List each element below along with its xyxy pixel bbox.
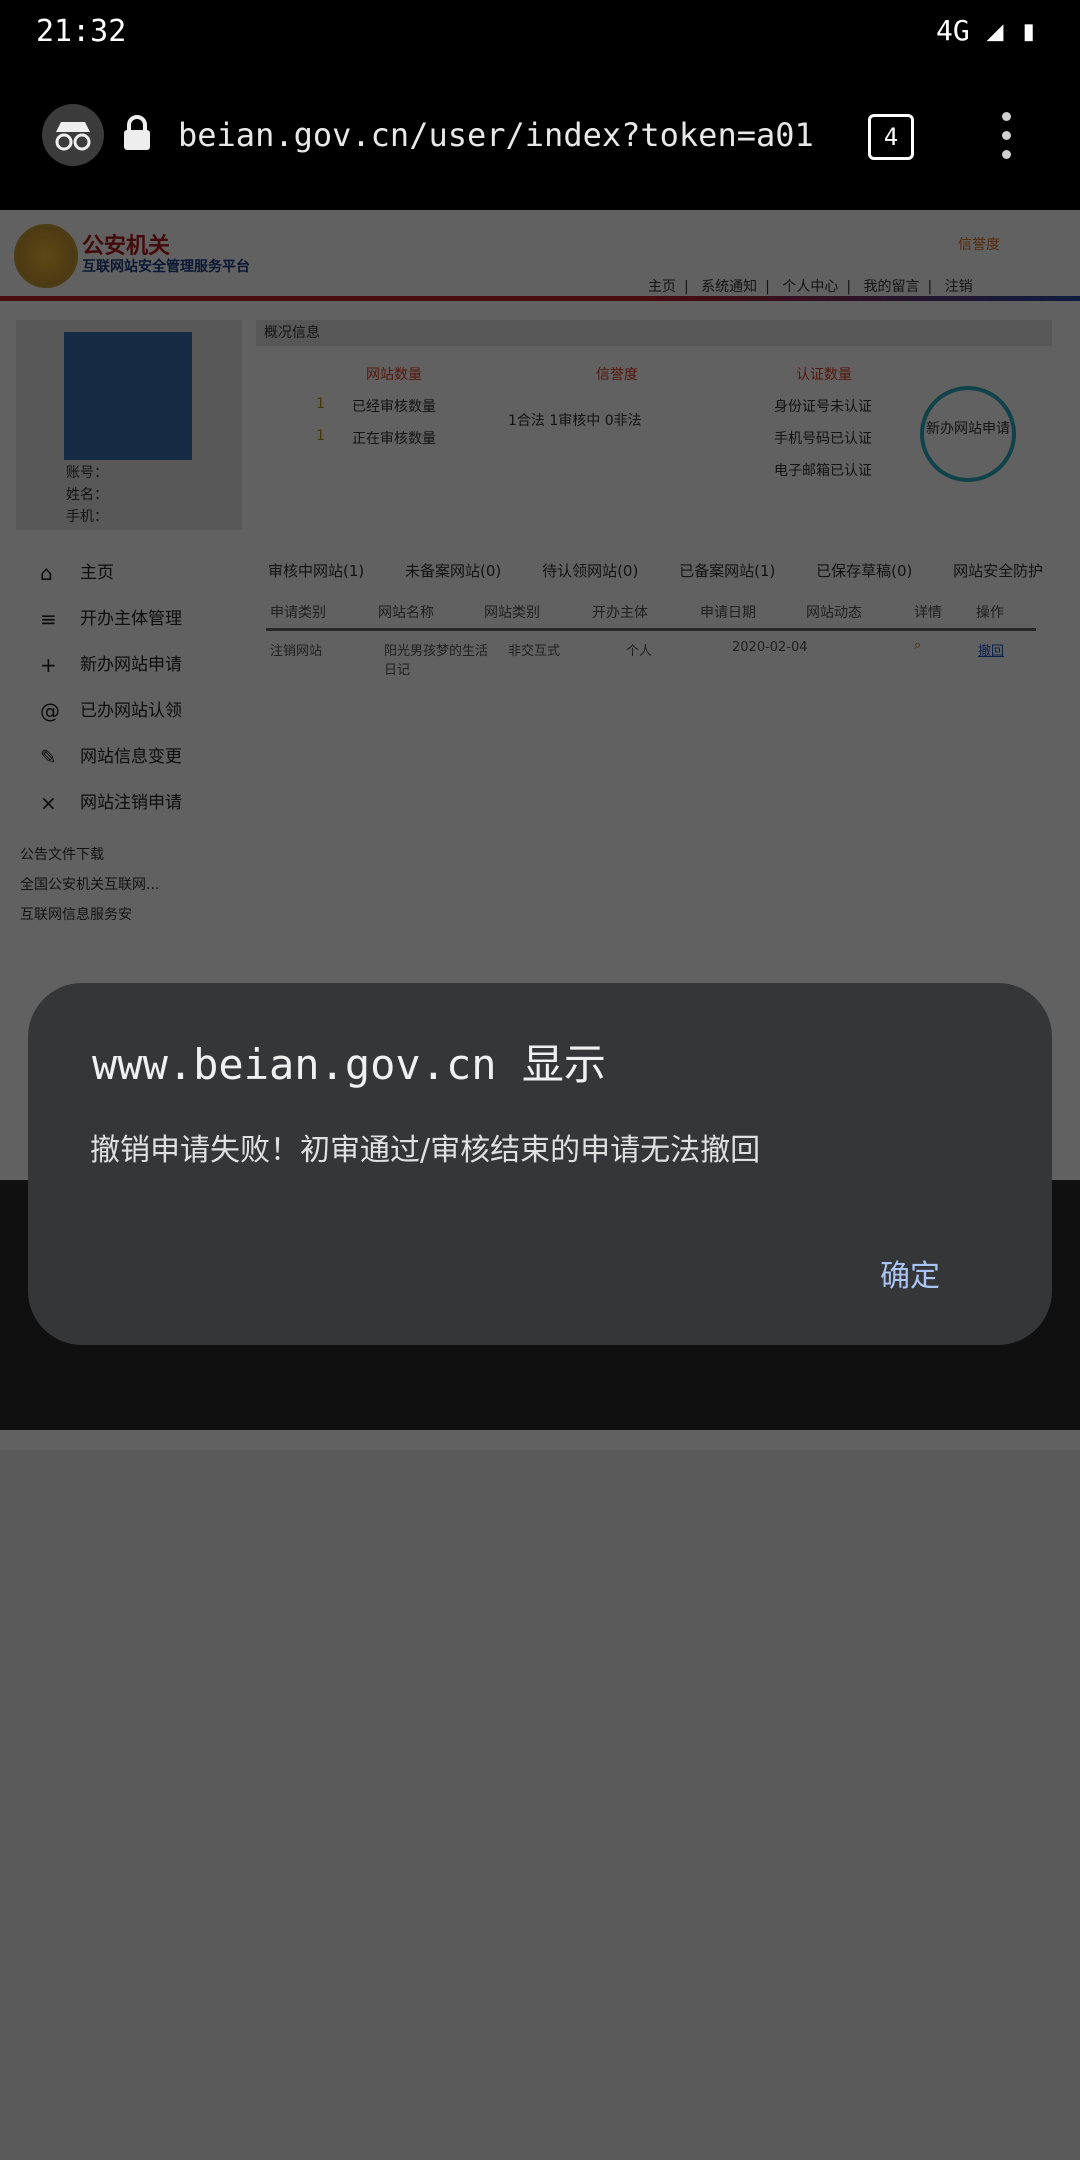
user-info: 账号： 姓名： 手机： bbox=[66, 462, 108, 528]
nav-personal[interactable]: 个人中心 bbox=[782, 279, 838, 295]
edit-icon: ✎ bbox=[40, 745, 57, 769]
auditing-count: 1 bbox=[316, 428, 325, 444]
cell-owner: 个人 bbox=[626, 644, 653, 659]
user-card: 账号： 姓名： 手机： bbox=[16, 320, 242, 530]
sidebar-item-claim[interactable]: @ 已办网站认领 bbox=[20, 688, 240, 734]
email-cert: 电子邮箱已认证 bbox=[774, 463, 872, 479]
phone-cert: 手机号码已认证 bbox=[774, 431, 872, 447]
ok-button[interactable]: 确定 bbox=[880, 1251, 940, 1295]
tab-switcher-button[interactable]: 4 bbox=[868, 114, 914, 160]
sidebar-item-label: 网站注销申请 bbox=[80, 793, 182, 813]
notice-item[interactable]: 全国公安机关互联网... bbox=[20, 870, 220, 900]
police-emblem-icon bbox=[14, 224, 78, 288]
alert-dialog: www.beian.gov.cn 显示 撤销申请失败！初审通过/审核结束的申请无… bbox=[28, 983, 1052, 1345]
col-header: 网站类别 bbox=[484, 605, 540, 621]
credit-summary: 1合法 1审核中 0非法 bbox=[508, 413, 642, 429]
sidebar-item-home[interactable]: ⌂ 主页 bbox=[20, 550, 240, 596]
col-header: 操作 bbox=[976, 605, 1004, 621]
overview-header: 概况信息 bbox=[256, 320, 1052, 346]
home-icon: ⌂ bbox=[40, 561, 53, 585]
sidebar-item-change[interactable]: ✎ 网站信息变更 bbox=[20, 734, 240, 780]
at-icon: @ bbox=[40, 699, 60, 723]
notice-title: 公告文件下载 bbox=[20, 847, 104, 863]
sidebar-item-label: 已办网站认领 bbox=[80, 701, 182, 721]
withdraw-link[interactable]: 撤回 bbox=[978, 640, 1004, 659]
url-field[interactable]: beian.gov.cn/user/index?token=a01 bbox=[178, 116, 814, 154]
nav-messages[interactable]: 我的留言 bbox=[864, 279, 920, 295]
audited-label: 已经审核数量 bbox=[352, 399, 436, 415]
side-menu: ⌂ 主页 ≡ 开办主体管理 + 新办网站申请 @ 已办网站认领 ✎ 网站信息变更 × 网站注… bbox=[20, 550, 240, 826]
sidebar-item-label: 主页 bbox=[80, 563, 114, 583]
tab-unregistered[interactable]: 未备案网站(0) bbox=[405, 562, 501, 580]
overflow-menu-icon[interactable] bbox=[996, 112, 1016, 160]
signal-icon: ◢ bbox=[986, 14, 1004, 47]
plus-icon: + bbox=[40, 653, 57, 677]
search-icon[interactable]: ⌕ bbox=[914, 638, 921, 653]
col-header: 详情 bbox=[914, 605, 942, 621]
new-apply-button[interactable]: 新办网站申请 bbox=[920, 386, 1016, 482]
col-header: 开办主体 bbox=[592, 605, 648, 621]
top-nav: 主页 | 系统通知 | 个人中心 | 我的留言 | 注销 bbox=[648, 279, 973, 295]
nav-home[interactable]: 主页 bbox=[648, 279, 676, 295]
tab-drafts[interactable]: 已保存草稿(0) bbox=[816, 562, 912, 580]
tab-auditing[interactable]: 审核中网站(1) bbox=[268, 562, 364, 580]
network-type: 4G bbox=[936, 14, 970, 47]
empty-area bbox=[0, 1450, 1080, 2160]
tab-unclaimed[interactable]: 待认领网站(0) bbox=[542, 562, 638, 580]
status-time: 21:32 bbox=[36, 14, 127, 49]
list-icon: ≡ bbox=[40, 607, 57, 631]
sidebar-item-cancel[interactable]: × 网站注销申请 bbox=[20, 780, 240, 826]
name-label: 姓名： bbox=[66, 487, 108, 503]
sidebar-item-label: 新办网站申请 bbox=[80, 655, 182, 675]
sidebar-item-label: 开办主体管理 bbox=[80, 609, 182, 629]
notice-item[interactable]: 互联网信息服务安 bbox=[20, 900, 220, 930]
sidebar-item-entity[interactable]: ≡ 开办主体管理 bbox=[20, 596, 240, 642]
cell-date: 2020-02-04 bbox=[732, 640, 808, 655]
tab-registered[interactable]: 已备案网站(1) bbox=[679, 562, 775, 580]
auditing-label: 正在审核数量 bbox=[352, 431, 436, 447]
sidebar-item-new-site[interactable]: + 新办网站申请 bbox=[20, 642, 240, 688]
dialog-message: 撤销申请失败！初审通过/审核结束的申请无法撤回 bbox=[90, 1133, 761, 1168]
site-count-label: 网站数量 bbox=[366, 367, 422, 383]
audited-count: 1 bbox=[316, 396, 325, 412]
close-icon: × bbox=[40, 791, 57, 815]
notice-section: 公告文件下载 全国公安机关互联网... 互联网信息服务安 bbox=[20, 840, 220, 930]
col-header: 网站名称 bbox=[378, 605, 434, 621]
logo-subtitle: 互联网站安全管理服务平台 bbox=[82, 259, 250, 275]
browser-toolbar: beian.gov.cn/user/index?token=a01 4 bbox=[0, 66, 1080, 210]
credit-link[interactable]: 信誉度 bbox=[958, 234, 1000, 254]
network-indicator: 4G ◢ ▮ bbox=[936, 14, 1037, 47]
avatar bbox=[64, 332, 192, 460]
col-header: 申请日期 bbox=[700, 605, 756, 621]
dialog-title: www.beian.gov.cn 显示 bbox=[92, 1040, 606, 1089]
status-bar: 21:32 4G ◢ ▮ bbox=[0, 0, 1080, 66]
lock-icon bbox=[122, 114, 152, 156]
header-divider bbox=[0, 296, 1080, 301]
cell-type: 注销网站 bbox=[270, 644, 323, 659]
tab-security[interactable]: 网站安全防护 bbox=[953, 562, 1043, 580]
phone-label: 手机： bbox=[66, 509, 108, 525]
site-tabs: 审核中网站(1) 未备案网站(0) 待认领网站(0) 已备案网站(1) 已保存草… bbox=[268, 560, 1079, 581]
col-header: 网站动态 bbox=[806, 605, 862, 621]
sidebar-item-label: 网站信息变更 bbox=[80, 747, 182, 767]
battery-icon: ▮ bbox=[1020, 14, 1038, 47]
nav-logout[interactable]: 注销 bbox=[945, 279, 973, 295]
id-cert: 身份证号未认证 bbox=[774, 399, 872, 415]
credit-label: 信誉度 bbox=[596, 367, 638, 383]
nav-notice[interactable]: 系统通知 bbox=[701, 279, 757, 295]
table-header: 申请类别 网站名称 网站类别 开办主体 申请日期 网站动态 详情 操作 bbox=[266, 598, 1036, 631]
cert-label: 认证数量 bbox=[796, 367, 852, 383]
incognito-icon bbox=[42, 104, 104, 166]
cell-category: 非交互式 bbox=[508, 644, 561, 659]
cell-site-name: 阳光男孩梦的生活日记 bbox=[384, 644, 489, 678]
account-label: 账号： bbox=[66, 465, 108, 481]
col-header: 申请类别 bbox=[270, 605, 326, 621]
